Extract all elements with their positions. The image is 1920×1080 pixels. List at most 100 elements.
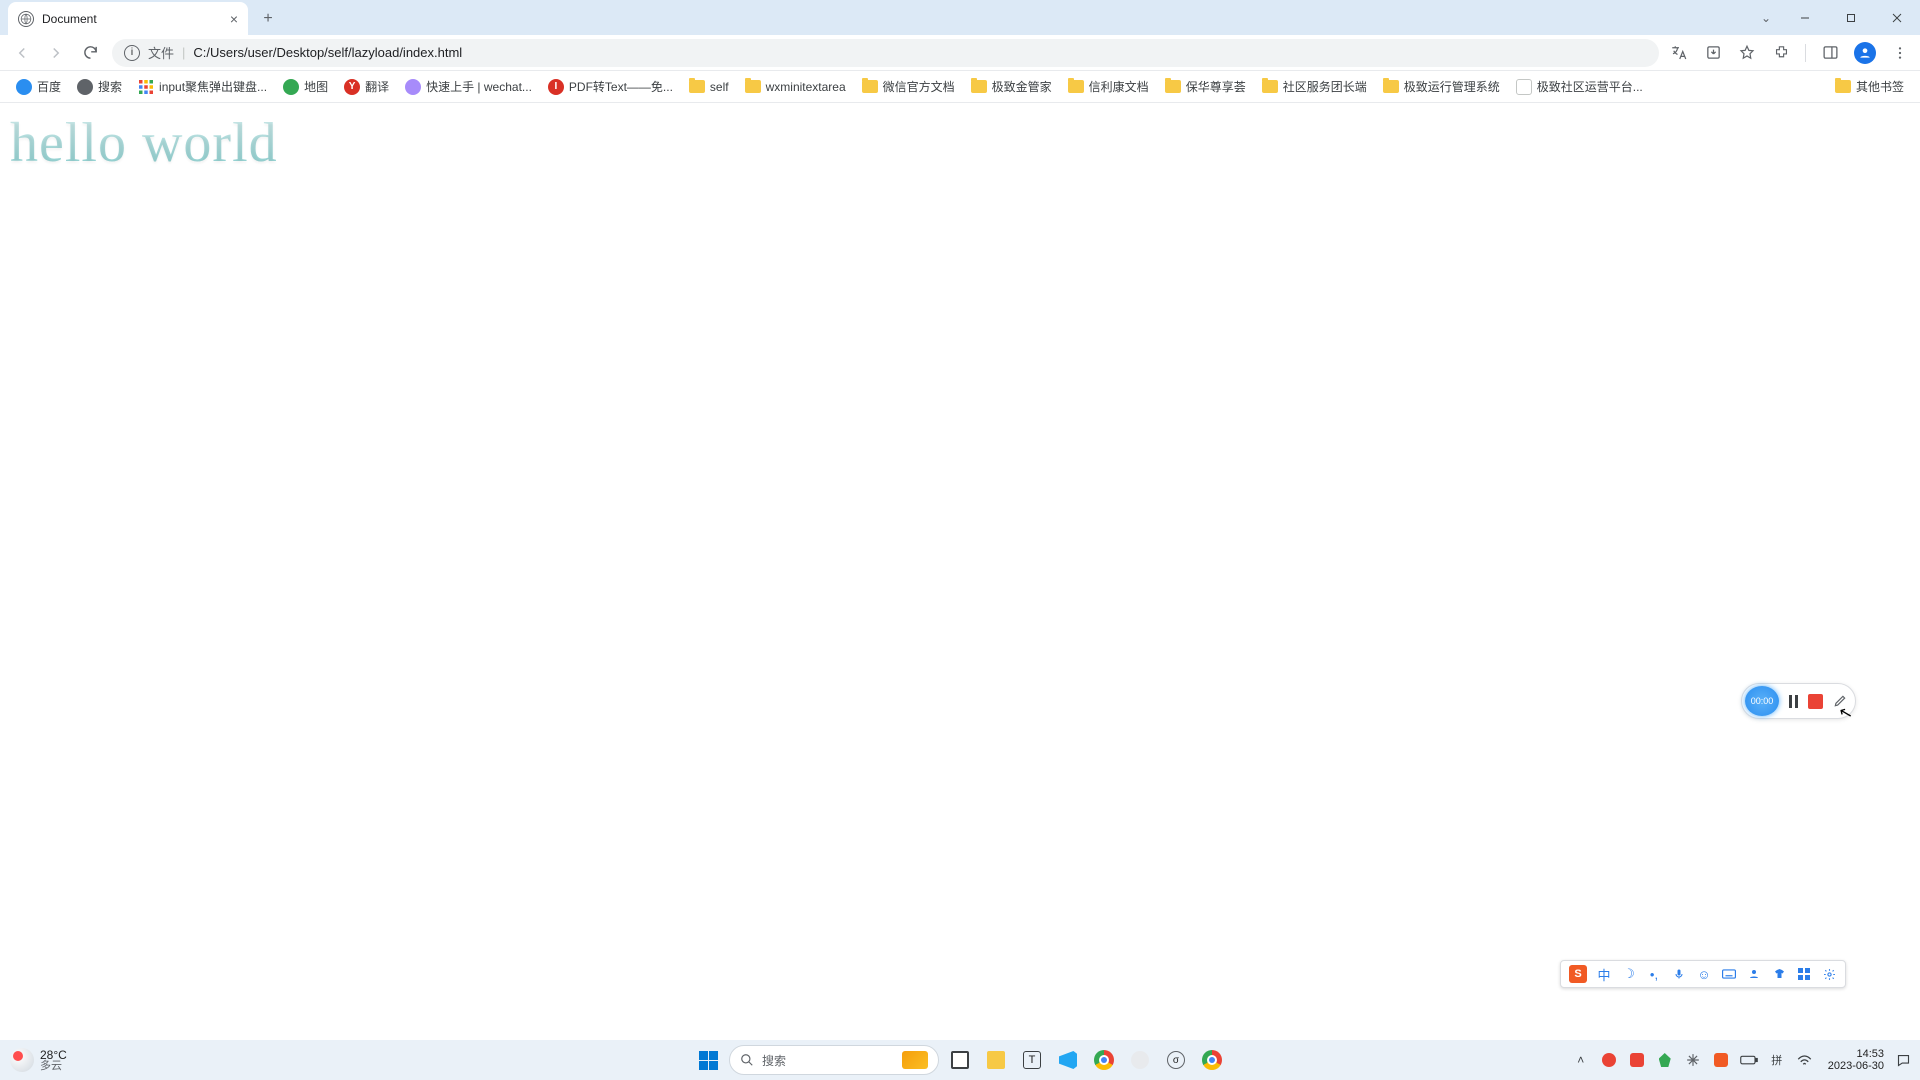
side-panel-icon[interactable]: [1820, 43, 1840, 63]
notifications-icon[interactable]: [1894, 1051, 1912, 1069]
back-button[interactable]: [10, 41, 34, 65]
taskbar-center: 搜索 T σ: [693, 1045, 1227, 1075]
site-info-icon[interactable]: i: [124, 45, 140, 61]
bookmark-item[interactable]: 搜索: [71, 75, 128, 98]
toolbox-icon[interactable]: [1796, 966, 1812, 982]
pause-icon[interactable]: [1789, 695, 1798, 708]
url-text: C:/Users/user/Desktop/self/lazyload/inde…: [193, 45, 1647, 60]
reload-button[interactable]: [78, 41, 102, 65]
folder-icon: [1383, 80, 1399, 93]
taskbar-clock[interactable]: 14:53 2023-06-30: [1828, 1048, 1884, 1072]
window-controls: ⌄: [1750, 0, 1920, 35]
weather-widget[interactable]: 28°C 多云: [10, 1048, 67, 1072]
globe-icon: [18, 11, 34, 27]
clock-date: 2023-06-30: [1828, 1060, 1884, 1072]
tray-chevron-icon[interactable]: ˄: [1572, 1051, 1590, 1069]
text-app-icon[interactable]: T: [1017, 1045, 1047, 1075]
emoji-icon[interactable]: ☺: [1696, 966, 1712, 982]
skin-icon[interactable]: [1771, 966, 1787, 982]
profile-avatar[interactable]: [1854, 42, 1876, 64]
punctuation-icon[interactable]: •,: [1646, 966, 1662, 982]
sogou-logo-icon[interactable]: S: [1569, 965, 1587, 983]
bookmark-item[interactable]: 保华尊享荟: [1159, 75, 1252, 98]
weather-temp: 28°C: [40, 1049, 67, 1061]
tray-app-5[interactable]: [1712, 1051, 1730, 1069]
voice-icon[interactable]: [1671, 966, 1687, 982]
chrome-icon-2[interactable]: [1197, 1045, 1227, 1075]
bookmark-item[interactable]: 极致运行管理系统: [1377, 75, 1506, 98]
bookmark-item[interactable]: self: [683, 77, 735, 97]
favicon: [283, 79, 299, 95]
forward-button[interactable]: [44, 41, 68, 65]
tray-app-3[interactable]: [1656, 1051, 1674, 1069]
bookmark-item[interactable]: 快速上手 | wechat...: [399, 75, 538, 98]
close-tab-icon[interactable]: ×: [230, 11, 238, 27]
battery-icon[interactable]: [1740, 1051, 1758, 1069]
tray-app-1[interactable]: [1600, 1051, 1618, 1069]
folder-icon: [745, 80, 761, 93]
bookmark-item[interactable]: IPDF转Text——免...: [542, 75, 679, 98]
stop-icon[interactable]: [1808, 694, 1823, 709]
task-view-button[interactable]: [945, 1045, 975, 1075]
translate-icon[interactable]: [1669, 43, 1689, 63]
tray-app-2[interactable]: [1628, 1051, 1646, 1069]
file-explorer-icon[interactable]: [981, 1045, 1011, 1075]
new-tab-button[interactable]: +: [254, 5, 282, 33]
other-bookmarks[interactable]: 其他书签: [1829, 75, 1910, 98]
menu-icon[interactable]: [1890, 43, 1910, 63]
bookmark-item[interactable]: input聚焦弹出键盘...: [132, 75, 273, 98]
folder-icon: [1068, 80, 1084, 93]
user-icon[interactable]: [1746, 966, 1762, 982]
bookmark-item[interactable]: 百度: [10, 75, 67, 98]
maximize-button[interactable]: [1828, 3, 1874, 33]
vscode-icon[interactable]: [1053, 1045, 1083, 1075]
chrome-icon[interactable]: [1089, 1045, 1119, 1075]
bookmark-label: 社区服务团长端: [1283, 78, 1367, 95]
tab-dropdown-icon[interactable]: ⌄: [1750, 11, 1782, 25]
install-icon[interactable]: [1703, 43, 1723, 63]
favicon: Y: [344, 79, 360, 95]
bookmark-item[interactable]: 微信官方文档: [856, 75, 961, 98]
favicon: [16, 79, 32, 95]
moon-icon[interactable]: ☽: [1621, 966, 1637, 982]
app-icon-1[interactable]: [1125, 1045, 1155, 1075]
ime-toolbar[interactable]: S 中 ☽ •, ☺: [1560, 960, 1846, 988]
bookmark-item[interactable]: Y翻译: [338, 75, 395, 98]
hello-world-heading: hello world: [0, 103, 1920, 183]
divider: |: [182, 45, 185, 60]
grid-icon: [138, 79, 154, 95]
tray-app-4[interactable]: [1684, 1051, 1702, 1069]
minimize-button[interactable]: [1782, 3, 1828, 33]
bookmarks-bar: 百度搜索input聚焦弹出键盘...地图Y翻译快速上手 | wechat...I…: [0, 71, 1920, 103]
other-bookmarks-label: 其他书签: [1856, 78, 1904, 95]
close-window-button[interactable]: [1874, 3, 1920, 33]
favicon: [77, 79, 93, 95]
gear-icon[interactable]: [1821, 966, 1837, 982]
bookmark-label: 极致运行管理系统: [1404, 78, 1500, 95]
keyboard-icon[interactable]: [1721, 966, 1737, 982]
taskbar-search[interactable]: 搜索: [729, 1045, 939, 1075]
bookmark-item[interactable]: 极致金管家: [965, 75, 1058, 98]
browser-tab[interactable]: Document ×: [8, 2, 248, 35]
bookmark-label: 保华尊享荟: [1186, 78, 1246, 95]
bookmark-item[interactable]: 社区服务团长端: [1256, 75, 1373, 98]
bookmark-item[interactable]: 极致社区运营平台...: [1510, 75, 1649, 98]
folder-icon: [1262, 80, 1278, 93]
favicon: [405, 79, 421, 95]
address-bar[interactable]: i 文件 | C:/Users/user/Desktop/self/lazylo…: [112, 39, 1659, 67]
network-icon[interactable]: [1796, 1051, 1814, 1069]
bookmark-item[interactable]: 信利康文档: [1062, 75, 1155, 98]
clock-time: 14:53: [1856, 1048, 1884, 1060]
favicon: I: [548, 79, 564, 95]
language-icon[interactable]: 拼: [1768, 1051, 1786, 1069]
ime-lang-toggle[interactable]: 中: [1596, 966, 1612, 982]
bookmark-item[interactable]: wxminitextarea: [739, 77, 852, 97]
bookmark-label: input聚焦弹出键盘...: [159, 78, 267, 95]
start-button[interactable]: [693, 1045, 723, 1075]
search-icon: [740, 1053, 754, 1067]
app-icon-2[interactable]: σ: [1161, 1045, 1191, 1075]
bookmark-item[interactable]: 地图: [277, 75, 334, 98]
bookmark-star-icon[interactable]: [1737, 43, 1757, 63]
extensions-icon[interactable]: [1771, 43, 1791, 63]
folder-icon: [689, 80, 705, 93]
